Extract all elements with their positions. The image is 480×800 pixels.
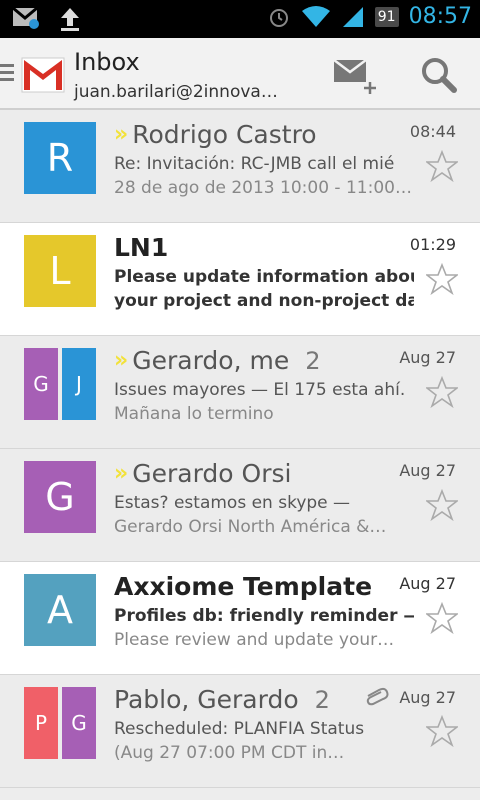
attachment-icon <box>367 687 389 706</box>
conversation-row[interactable]: A Axxiome Template Aug 27 Profiles db: frie… <box>0 562 480 675</box>
subject-line: Estas? estamos en skype — <box>114 493 351 513</box>
sender-avatar[interactable]: GJ <box>24 348 96 420</box>
battery-level: 91 <box>374 6 399 27</box>
timestamp: Aug 27 <box>399 687 456 707</box>
sender-name-line: » Gerardo Orsi <box>114 459 291 488</box>
subject-line: Re: Invitación: RC-JMB call el mié <box>114 154 395 174</box>
subject-line: Issues mayores — El 175 esta ahí. <box>114 380 406 400</box>
snippet-line: Gerardo Orsi North América &… <box>114 517 387 537</box>
timestamp: 08:44 <box>409 122 456 141</box>
avatar-letter: R <box>24 122 96 194</box>
sender-name-line: » Rodrigo Castro <box>114 120 317 149</box>
snippet-line: (Aug 27 07:00 PM CDT in… <box>114 743 345 763</box>
conversation-row[interactable]: G » Gerardo Orsi Aug 27 Estas? estamos en sk… <box>0 449 480 562</box>
search-icon[interactable] <box>420 56 458 94</box>
message-count: 2 <box>314 685 330 714</box>
conversation-row[interactable]: P G Pablo, Gerardo 2 Aug 27 Rescheduled: PLAN… <box>0 675 480 788</box>
action-bar: Inbox juan.barilari@2innova… <box>0 38 480 110</box>
timestamp: Aug 27 <box>399 461 456 480</box>
star-icon[interactable] <box>426 602 458 634</box>
timestamp: Aug 27 <box>399 348 456 367</box>
sender-avatar[interactable]: L <box>24 235 96 307</box>
conversation-list: R» Rodrigo Castro 08:44 Re: Invitación: RC-… <box>0 110 480 788</box>
sender-name-line: Axxiome Template <box>114 572 372 601</box>
snippet-line: your project and non-project day… <box>114 291 414 311</box>
conversation-row[interactable]: G J » Gerardo, me 2 Aug 27 Issues mayores — El… <box>0 336 480 449</box>
star-icon[interactable] <box>426 715 458 747</box>
alarm-icon <box>269 8 288 27</box>
drawer-menu-icon[interactable] <box>0 62 14 84</box>
star-icon[interactable] <box>426 376 458 408</box>
important-marker-icon[interactable]: » <box>114 122 128 147</box>
sender-name-line: LN1 <box>114 233 168 262</box>
timestamp: 01:29 <box>409 235 456 254</box>
avatar-letter: P <box>24 687 58 759</box>
sender-name: Pablo, Gerardo <box>114 685 299 714</box>
subject-line: Profiles db: friendly reminder — <box>114 606 414 626</box>
time-stamp-group: Aug 27 <box>399 574 456 593</box>
important-marker-icon[interactable]: » <box>114 348 128 373</box>
snippet-line: Mañana lo termino <box>114 404 274 424</box>
star-icon[interactable] <box>426 489 458 521</box>
avatar-letter: G <box>62 687 96 759</box>
gmail-logo-icon[interactable] <box>20 52 66 96</box>
compose-icon[interactable] <box>332 56 380 96</box>
conversation-row[interactable]: R » Rodrigo Castro 08:44 Re: Invitación: RC-… <box>0 110 480 223</box>
sender-name: Gerardo, me <box>132 346 290 375</box>
sender-name: Rodrigo Castro <box>132 120 317 149</box>
gmail-notification-icon <box>12 6 39 29</box>
clock: 08:57 <box>408 4 472 29</box>
status-bar: 91 08:57 <box>0 0 480 38</box>
conversation-row[interactable]: L LN1 01:29 Please update information about… <box>0 223 480 336</box>
snippet-line: Please review and update your… <box>114 630 395 650</box>
sender-avatar[interactable]: R <box>24 122 96 194</box>
sender-avatar[interactable]: G <box>24 461 96 533</box>
sender-avatar[interactable]: A <box>24 574 96 646</box>
timestamp: Aug 27 <box>399 574 456 593</box>
time-stamp-group: 01:29 <box>410 235 456 254</box>
account-email[interactable]: juan.barilari@2innova… <box>74 82 278 102</box>
star-icon[interactable] <box>426 263 458 295</box>
avatar-letter: L <box>24 235 96 307</box>
sender-name-line: » Gerardo, me 2 <box>114 346 320 375</box>
upload-icon <box>61 8 79 31</box>
wifi-icon <box>301 5 330 27</box>
time-stamp-group: Aug 27 <box>365 687 456 707</box>
avatar-letter: G <box>24 461 96 533</box>
sender-name-line: Pablo, Gerardo 2 <box>114 685 330 714</box>
time-stamp-group: Aug 27 <box>399 461 456 480</box>
subject-line: Rescheduled: PLANFIA Status <box>114 719 365 739</box>
sender-name: LN1 <box>114 233 169 262</box>
avatar-letter: J <box>62 348 96 420</box>
sender-name: Axxiome Template <box>114 572 373 601</box>
signal-icon <box>342 6 363 27</box>
avatar-letter: G <box>24 348 58 420</box>
message-count: 2 <box>305 346 321 375</box>
sender-name: Gerardo Orsi <box>132 459 292 488</box>
time-stamp-group: Aug 27 <box>399 348 456 367</box>
important-marker-icon[interactable]: » <box>114 461 128 486</box>
time-stamp-group: 08:44 <box>410 122 456 141</box>
snippet-line: 28 de ago de 2013 10:00 - 11:00… <box>114 178 412 198</box>
avatar-letter: A <box>24 574 96 646</box>
sender-avatar[interactable]: PG <box>24 687 96 759</box>
star-icon[interactable] <box>426 150 458 182</box>
inbox-title[interactable]: Inbox <box>74 48 140 76</box>
subject-line: Please update information about <box>114 267 414 287</box>
